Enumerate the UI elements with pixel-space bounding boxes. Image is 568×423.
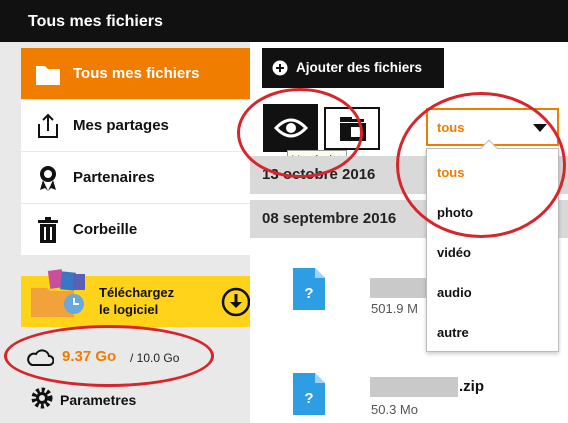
date-group-label: 08 septembre 2016 xyxy=(262,210,397,227)
file-size: 50.3 Mo xyxy=(371,402,418,417)
unknown-file-icon: ? xyxy=(293,268,325,310)
add-files-label: Ajouter des fichiers xyxy=(296,60,423,75)
sidebar-item-label: Tous mes fichiers xyxy=(73,65,200,82)
app-title: Tous mes fichiers xyxy=(28,13,163,30)
filter-option-video[interactable]: vidéo xyxy=(437,245,471,260)
plus-circle-icon xyxy=(272,60,288,76)
sidebar-item-label: Corbeille xyxy=(73,221,138,238)
svg-text:?: ? xyxy=(304,285,313,302)
svg-text:?: ? xyxy=(304,390,313,407)
file-name-redacted xyxy=(370,278,426,298)
sidebar-item-trash[interactable]: Corbeille xyxy=(21,204,269,255)
title-bar: Tous mes fichiers xyxy=(0,0,568,42)
folder-icon xyxy=(36,66,60,85)
sidebar-item-partners[interactable]: Partenaires xyxy=(21,152,269,203)
annotation-circle-filter xyxy=(396,92,566,238)
sidebar-item-label: Mes partages xyxy=(73,117,169,134)
annotation-circle-storage xyxy=(4,325,214,387)
annotation-circle-view xyxy=(237,88,363,178)
software-illustration-icon xyxy=(31,269,85,317)
unknown-file-icon: ? xyxy=(293,373,325,415)
download-icon xyxy=(221,287,251,317)
file-size: 501.9 M xyxy=(371,301,418,316)
sidebar-item-label: Partenaires xyxy=(73,169,155,186)
gear-icon xyxy=(31,387,53,409)
file-extension: .zip xyxy=(459,378,484,395)
award-icon xyxy=(40,166,56,191)
add-files-button[interactable]: Ajouter des fichiers xyxy=(262,48,444,88)
filter-option-autre[interactable]: autre xyxy=(437,325,469,340)
download-software-button[interactable]: Téléchargez le logiciel xyxy=(21,269,269,327)
trash-icon xyxy=(38,217,58,243)
sidebar-item-all-files[interactable]: Tous mes fichiers xyxy=(21,48,269,99)
sidebar-item-shares[interactable]: Mes partages xyxy=(21,100,269,151)
download-text: Téléchargez le logiciel xyxy=(99,285,175,317)
share-icon xyxy=(38,113,58,138)
settings-label: Parametres xyxy=(60,392,137,408)
filter-option-audio[interactable]: audio xyxy=(437,285,472,300)
file-row[interactable]: ? .zip 50.3 Mo xyxy=(250,360,568,423)
file-name-redacted xyxy=(370,377,458,397)
